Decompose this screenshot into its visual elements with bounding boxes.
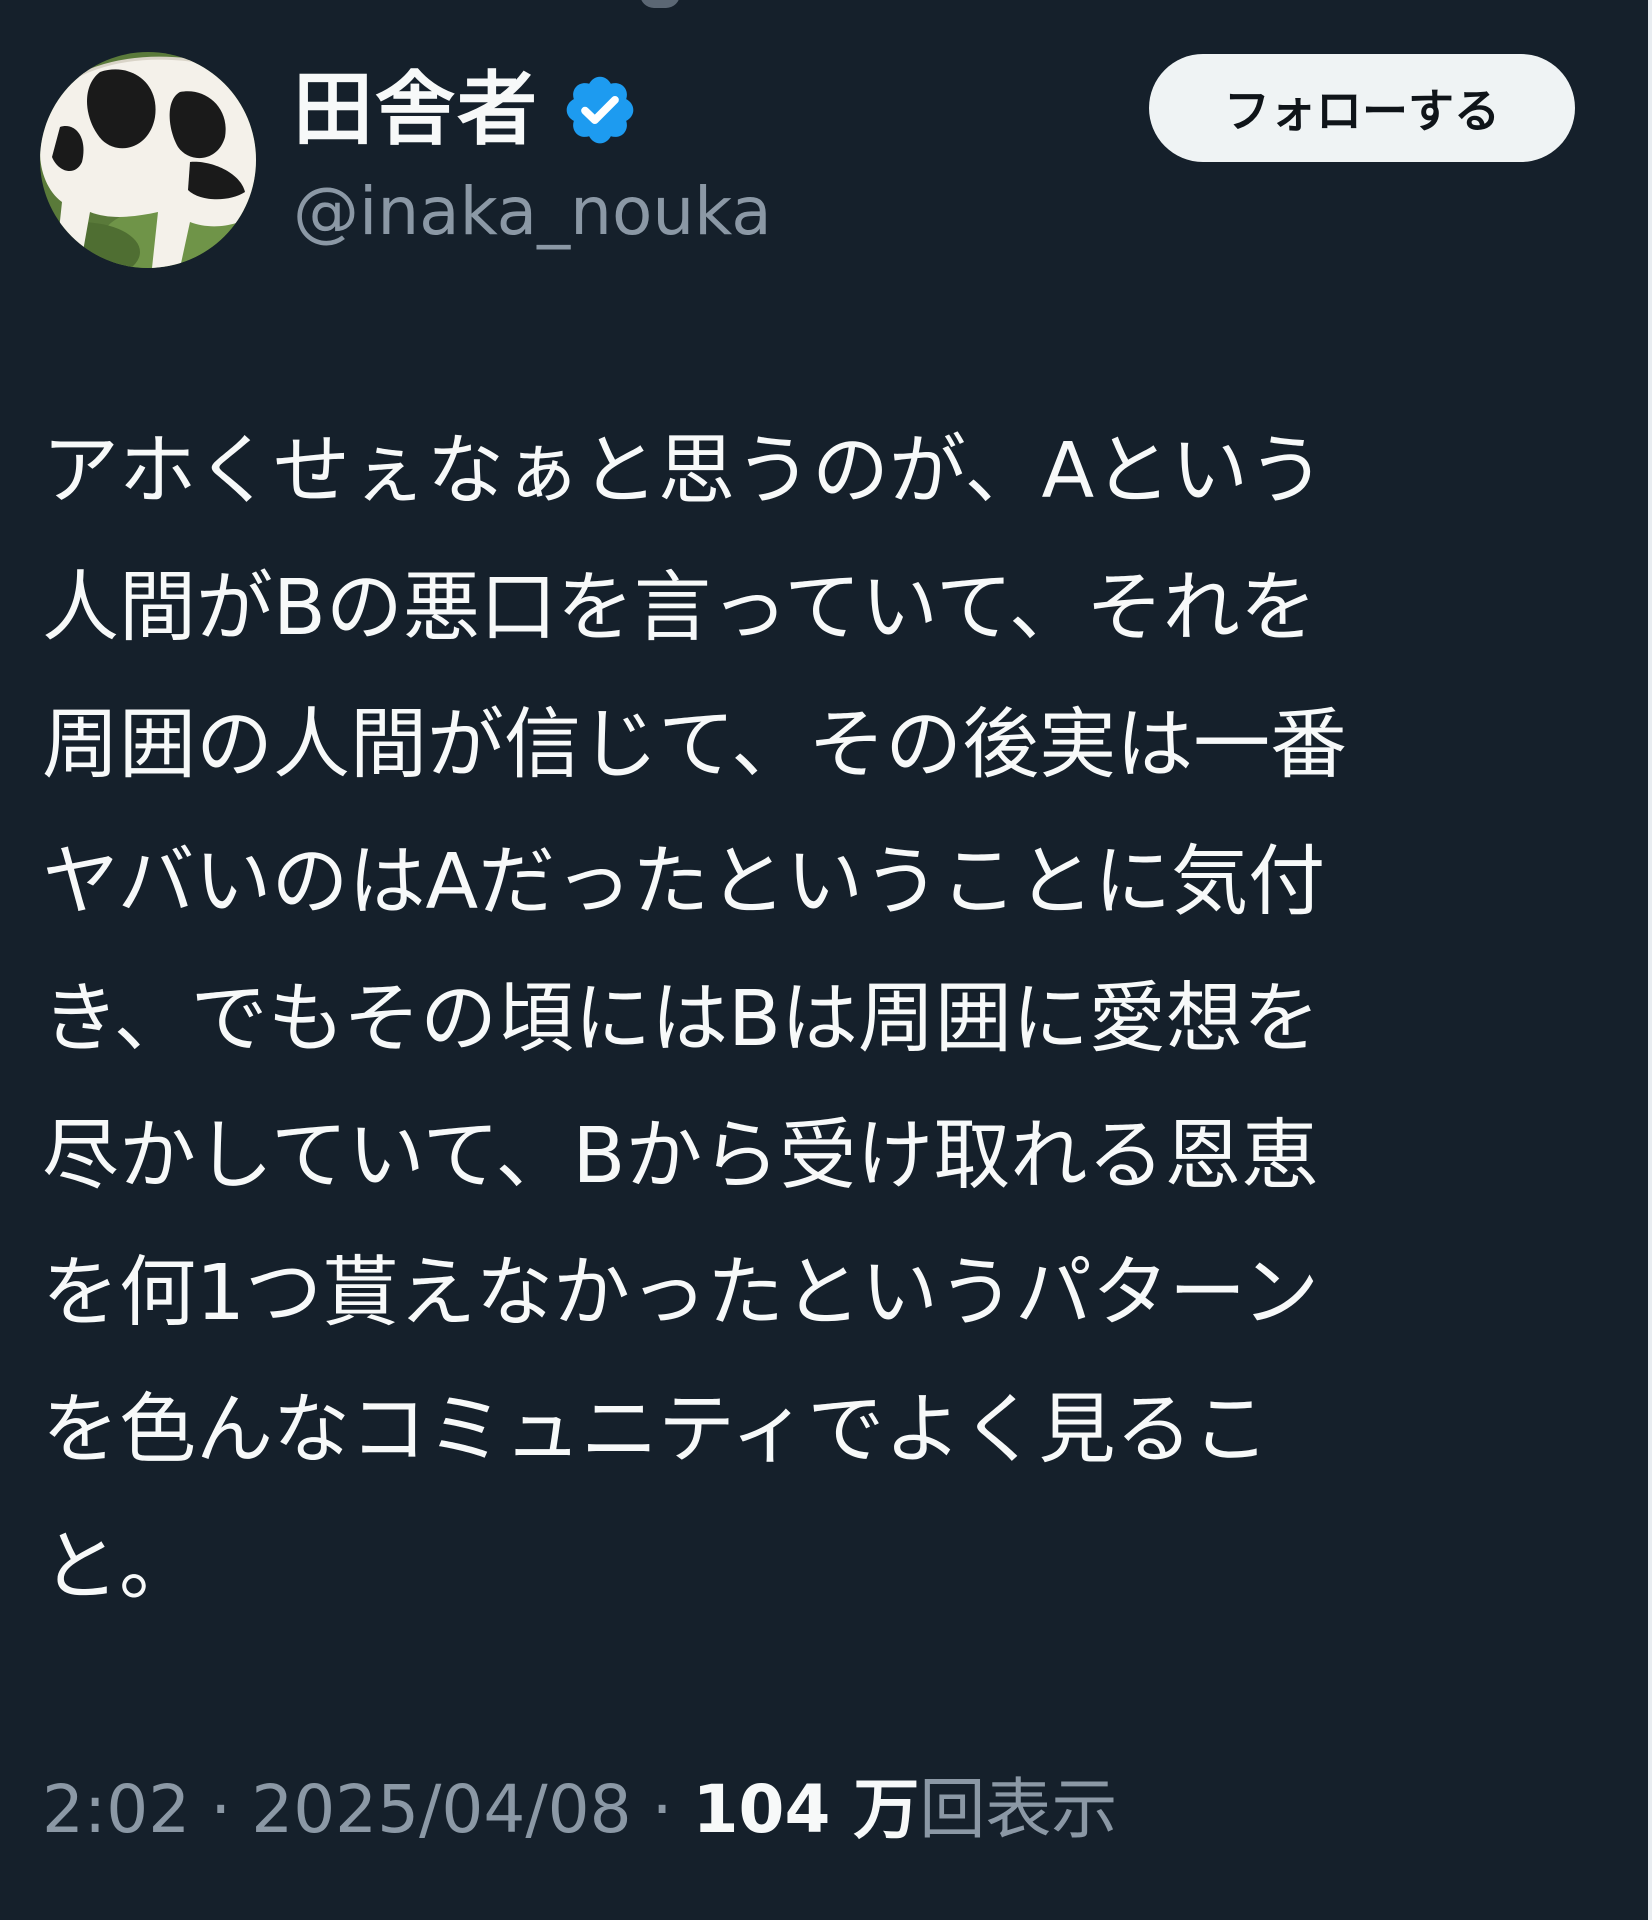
tweet-text-line: 周囲の人間が信じて、その後実は一番 — [42, 701, 1348, 790]
top-edge-fragment — [640, 0, 680, 8]
views-label[interactable]: 回表示 — [919, 1760, 1117, 1860]
tweet-text-line: 人間がBの悪口を言っていて、それを — [42, 564, 1317, 653]
right-edge-strip — [1648, 0, 1652, 1920]
tweet-text-line: と。 — [42, 1523, 196, 1612]
verified-badge-icon — [566, 76, 634, 144]
meta-separator: · — [651, 1771, 673, 1848]
meta-separator: · — [210, 1771, 232, 1848]
author-display-name[interactable]: 田舎者 — [293, 60, 539, 160]
tweet-text-line: を何1つ貰えなかったというパターン — [42, 1249, 1320, 1338]
tweet-text: アホくせぇなぁと思うのが、Aという 人間がBの悪口を言っていて、それを 周囲の人… — [42, 403, 1602, 1636]
tweet-text-line: を色んなコミュニティでよく見るこ — [42, 1386, 1270, 1475]
tweet-meta: 2:02 · 2025/04/08 · 104 万 回表示 — [42, 1760, 1117, 1860]
author-name-row: 田舎者 — [293, 60, 639, 160]
tweet-text-line: 尽かしていて、Bから受け取れる恩恵 — [42, 1112, 1319, 1201]
tweet-text-line: アホくせぇなぁと思うのが、Aという — [42, 427, 1326, 516]
views-count[interactable]: 104 万 — [693, 1760, 920, 1860]
tweet-date[interactable]: 2025/04/08 — [251, 1760, 631, 1860]
tweet-panel: 田舎者 @inaka_nouka フォローする アホくせぇなぁと思うのが、Aとい… — [0, 0, 1648, 1920]
author-handle[interactable]: @inaka_nouka — [293, 170, 772, 254]
tweet-text-line: ヤバいのはAだったということに気付 — [42, 838, 1326, 927]
tweet-time[interactable]: 2:02 — [42, 1760, 190, 1860]
cow-avatar-icon — [40, 52, 256, 268]
avatar[interactable] — [40, 52, 256, 268]
tweet-text-line: き、でもその頃にはBは周囲に愛想を — [42, 975, 1320, 1064]
follow-button[interactable]: フォローする — [1149, 54, 1575, 162]
